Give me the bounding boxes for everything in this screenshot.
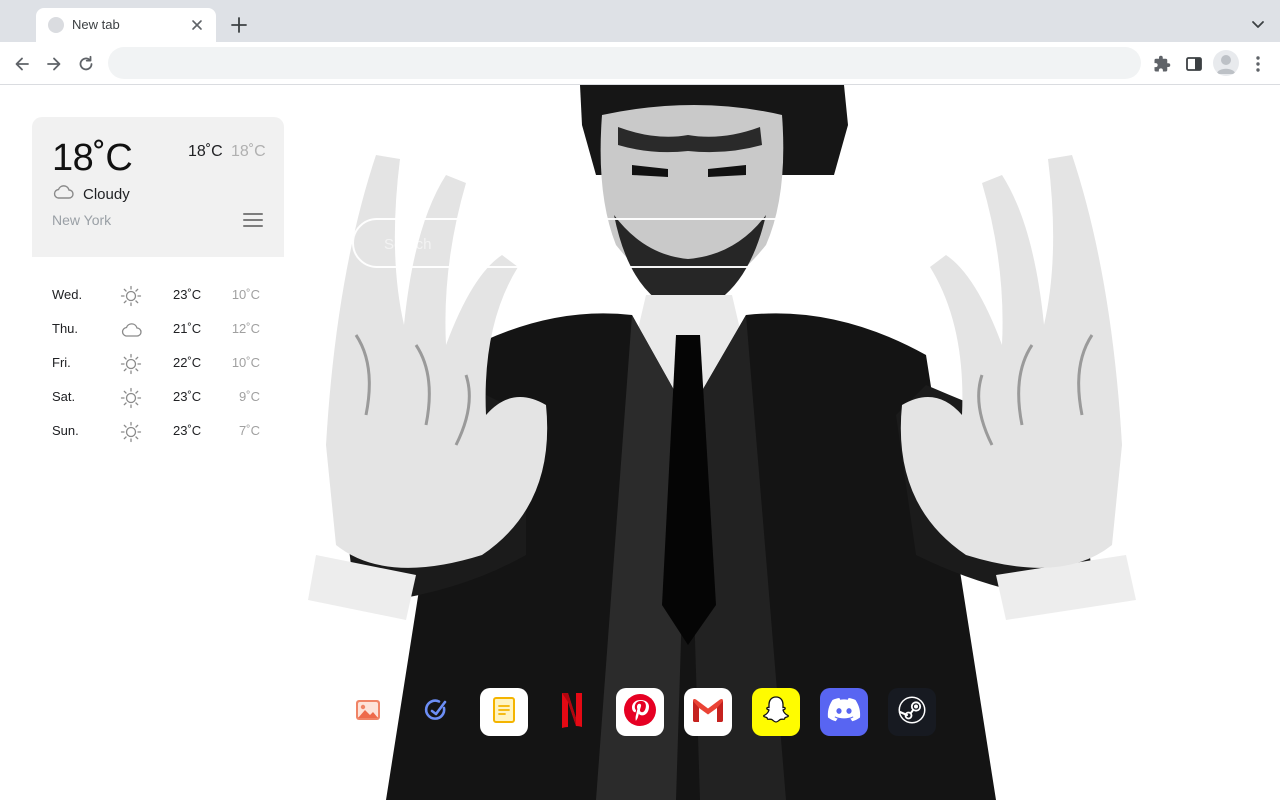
tab-favicon-icon xyxy=(48,17,64,33)
pinterest-icon xyxy=(623,693,657,732)
forecast-day: Thu. xyxy=(52,321,79,336)
sun-icon xyxy=(120,387,142,409)
address-bar-input[interactable] xyxy=(108,47,1141,79)
tasks-icon xyxy=(423,697,449,728)
tab-title: New tab xyxy=(72,17,120,32)
kebab-menu-icon[interactable] xyxy=(1244,50,1272,78)
search-input[interactable] xyxy=(384,232,884,256)
sun-icon xyxy=(120,353,142,375)
tab-new-tab[interactable]: New tab xyxy=(36,8,216,42)
notes-icon xyxy=(493,696,515,728)
sun-icon xyxy=(120,285,142,307)
search-box[interactable] xyxy=(352,218,928,268)
netflix-icon xyxy=(561,692,583,733)
photos-icon xyxy=(355,699,381,726)
shortcut-gmail[interactable] xyxy=(684,688,732,736)
new-tab-button[interactable] xyxy=(226,12,252,38)
forecast-low: 9˚C xyxy=(239,389,260,404)
weather-current: 18˚C 18˚C 18˚C Cloudy New York xyxy=(32,117,284,257)
current-temperature: 18˚C xyxy=(52,137,133,179)
forecast-low: 10˚C xyxy=(231,355,260,370)
forecast-low: 10˚C xyxy=(231,287,260,302)
forecast-row: Wed. 23˚C 10˚C xyxy=(32,279,284,313)
shortcut-snapchat[interactable] xyxy=(752,688,800,736)
tab-search-chevron-icon[interactable] xyxy=(1246,12,1270,36)
forward-button[interactable] xyxy=(40,50,68,78)
forecast-day: Wed. xyxy=(52,287,83,302)
forecast-row: Fri. 22˚C 10˚C xyxy=(32,347,284,381)
shortcut-netflix[interactable] xyxy=(548,688,596,736)
forecast-row: Sat. 23˚C 9˚C xyxy=(32,381,284,415)
profile-avatar[interactable] xyxy=(1213,50,1239,76)
extensions-puzzle-icon[interactable] xyxy=(1148,50,1176,78)
steam-icon xyxy=(897,695,927,730)
forecast-row: Sun. 23˚C 7˚C xyxy=(32,415,284,449)
shortcut-discord[interactable] xyxy=(820,688,868,736)
forecast-high: 23˚C xyxy=(173,423,202,438)
shortcut-steam[interactable] xyxy=(888,688,936,736)
forecast-low: 7˚C xyxy=(239,423,260,438)
forecast-low: 12˚C xyxy=(231,321,260,336)
forecast-day: Sun. xyxy=(52,423,79,438)
shortcut-pinterest[interactable] xyxy=(616,688,664,736)
weather-widget: 18˚C 18˚C 18˚C Cloudy New York Wed. 23˚C… xyxy=(32,117,284,449)
weather-city: New York xyxy=(52,212,112,228)
shortcut-notes[interactable] xyxy=(480,688,528,736)
weather-condition: Cloudy xyxy=(83,186,130,203)
forecast-high: 22˚C xyxy=(173,355,202,370)
gmail-icon xyxy=(691,697,725,728)
tab-strip: New tab xyxy=(0,0,1280,42)
weather-forecast-list: Wed. 23˚C 10˚C Thu. 21˚C 12˚C Fri. 22˚C … xyxy=(32,257,284,449)
shortcut-photos[interactable] xyxy=(344,688,392,736)
forecast-high: 21˚C xyxy=(173,321,202,336)
forecast-high: 23˚C xyxy=(173,287,202,302)
today-low-temperature: 18˚C xyxy=(231,143,266,160)
new-tab-page: 18˚C 18˚C 18˚C Cloudy New York Wed. 23˚C… xyxy=(0,85,1280,800)
side-panel-icon[interactable] xyxy=(1180,50,1208,78)
today-high-temperature: 18˚C xyxy=(188,143,223,160)
back-button[interactable] xyxy=(8,50,36,78)
discord-icon xyxy=(827,697,861,728)
close-tab-icon[interactable] xyxy=(186,14,208,36)
sun-icon xyxy=(120,421,142,443)
cloud-icon xyxy=(52,183,74,201)
cloud-icon xyxy=(120,319,142,341)
forecast-day: Fri. xyxy=(52,355,71,370)
shortcut-tasks[interactable] xyxy=(412,688,460,736)
forecast-high: 23˚C xyxy=(173,389,202,404)
reload-button[interactable] xyxy=(72,50,100,78)
browser-toolbar xyxy=(0,42,1280,85)
forecast-day: Sat. xyxy=(52,389,76,404)
weather-menu-icon[interactable] xyxy=(243,213,263,231)
forecast-row: Thu. 21˚C 12˚C xyxy=(32,313,284,347)
snapchat-icon xyxy=(760,694,792,731)
